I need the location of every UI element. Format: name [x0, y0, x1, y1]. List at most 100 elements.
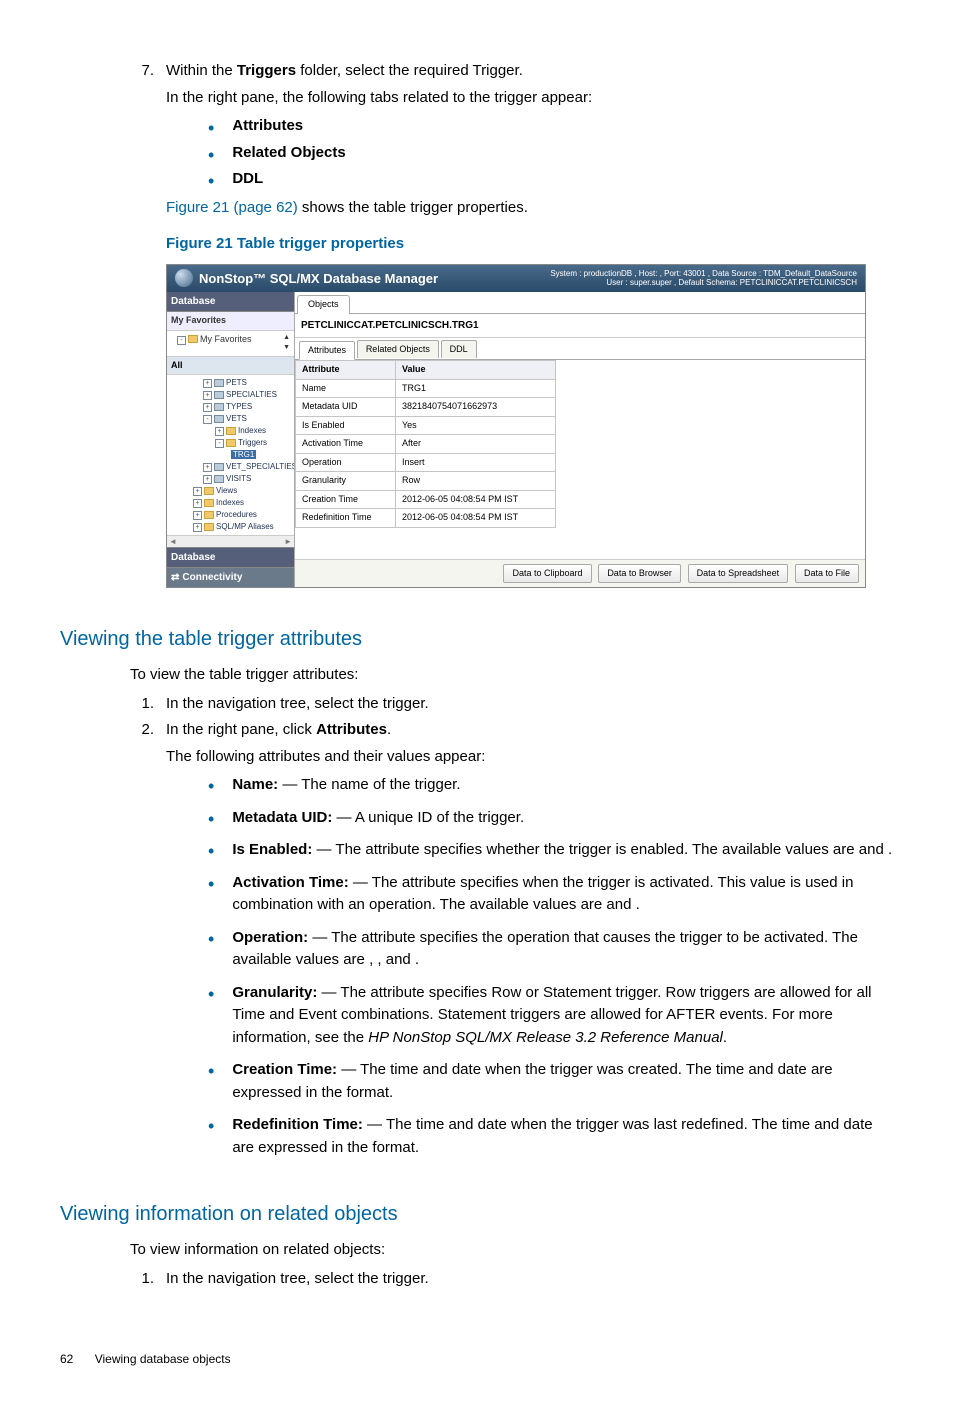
- app-logo-icon: [175, 269, 193, 287]
- table-icon: [214, 379, 224, 387]
- all-header[interactable]: All: [167, 357, 294, 376]
- tree-node-indexes[interactable]: +Indexes: [169, 425, 292, 437]
- figure-caption: Figure 21 Table trigger properties: [166, 233, 894, 256]
- tab-related-objects[interactable]: Related Objects: [357, 340, 439, 359]
- tree-node-indexes2[interactable]: +Indexes: [169, 497, 292, 509]
- bullet-icon: •: [208, 1062, 214, 1104]
- tree-node-specialties[interactable]: +SPECIALTIES: [169, 389, 292, 401]
- expand-icon[interactable]: +: [193, 487, 202, 496]
- folder-icon: [204, 499, 214, 507]
- expand-icon[interactable]: +: [193, 523, 202, 532]
- tab-attributes[interactable]: Attributes: [299, 341, 355, 361]
- attr-key: Name:: [232, 776, 278, 793]
- bullet-icon: •: [208, 119, 214, 137]
- attr-item: •Is Enabled: — The attribute specifies w…: [208, 839, 894, 862]
- step-text: Within the: [166, 62, 237, 79]
- fav-label: My Favorites: [200, 334, 252, 344]
- section-heading-attributes: Viewing the table trigger attributes: [60, 624, 894, 654]
- my-favorites-header[interactable]: My Favorites: [167, 312, 294, 331]
- grid-row[interactable]: NameTRG1: [296, 379, 556, 398]
- app-screenshot: NonStop™ SQL/MX Database Manager System …: [166, 264, 866, 589]
- grid-row[interactable]: GranularityRow: [296, 472, 556, 491]
- step-1: 1. In the navigation tree, select the tr…: [130, 693, 894, 716]
- tree-node-types[interactable]: +TYPES: [169, 401, 292, 413]
- col-attribute[interactable]: Attribute: [296, 361, 396, 380]
- navigation-tree[interactable]: +PETS +SPECIALTIES +TYPES -VETS +Indexes…: [167, 375, 294, 535]
- tree-node-visits[interactable]: +VISITS: [169, 473, 292, 485]
- footer-title: Viewing database objects: [95, 1352, 231, 1366]
- table-icon: [214, 391, 224, 399]
- step-7: 7. Within the Triggers folder, select th…: [130, 60, 894, 594]
- tree-node-pets[interactable]: +PETS: [169, 377, 292, 389]
- col-value[interactable]: Value: [396, 361, 556, 380]
- bullet-icon: •: [208, 842, 214, 862]
- my-favorites-item[interactable]: - My Favorites ▲▼: [167, 331, 294, 357]
- step-number: 7.: [130, 60, 166, 594]
- expand-icon[interactable]: -: [177, 336, 186, 345]
- collapse-icon[interactable]: -: [203, 415, 212, 424]
- chevron-updown-icon[interactable]: ▲▼: [283, 333, 290, 354]
- attr-desc: — The name of the trigger.: [278, 776, 460, 793]
- data-to-clipboard-button[interactable]: Data to Clipboard: [503, 564, 591, 584]
- attr-desc: — The attribute specifies whether the tr…: [312, 841, 892, 858]
- left-panel-header[interactable]: Database: [167, 292, 294, 312]
- expand-icon[interactable]: +: [203, 475, 212, 484]
- expand-icon[interactable]: +: [203, 403, 212, 412]
- app-left-panel: Database My Favorites - My Favorites ▲▼ A…: [167, 292, 295, 587]
- bullet-icon: •: [208, 985, 214, 1050]
- grid-header-row: Attribute Value: [296, 361, 556, 380]
- table-icon: [214, 475, 224, 483]
- tree-node-trg1[interactable]: TRG1: [169, 449, 292, 461]
- grid-row[interactable]: Metadata UID382184075407166297​3: [296, 398, 556, 417]
- page-footer: 62 Viewing database objects: [60, 1350, 894, 1368]
- tree-node-triggers[interactable]: -Triggers: [169, 437, 292, 449]
- tab-objects[interactable]: Objects: [297, 295, 350, 314]
- bullet-icon: •: [208, 777, 214, 797]
- bottom-tab-database[interactable]: Database: [167, 547, 294, 567]
- collapse-icon[interactable]: -: [215, 439, 224, 448]
- grid-row[interactable]: Activation TimeAfter: [296, 435, 556, 454]
- grid-row[interactable]: Redefinition Time2012-06-05 04:08:54 PM …: [296, 509, 556, 528]
- bullet-label: DDL: [232, 168, 263, 191]
- expand-icon[interactable]: +: [203, 463, 212, 472]
- folder-icon: [226, 427, 236, 435]
- data-to-spreadsheet-button[interactable]: Data to Spreadsheet: [688, 564, 789, 584]
- folder-icon: [188, 335, 198, 343]
- expand-icon[interactable]: +: [203, 379, 212, 388]
- tree-node-vets[interactable]: -VETS: [169, 413, 292, 425]
- grid-row[interactable]: Is EnabledYes: [296, 416, 556, 435]
- bullet-item: •Related Objects: [208, 142, 894, 165]
- bottom-tab-connectivity[interactable]: ⇄Connectivity: [167, 567, 294, 587]
- section-intro: To view information on related objects:: [130, 1239, 894, 1262]
- step-number: 2.: [130, 719, 166, 1169]
- bullet-icon: •: [208, 810, 214, 830]
- tab-ddl[interactable]: DDL: [441, 340, 477, 359]
- app-header-status-2: User : super.super , Default Schema: PET…: [550, 278, 857, 288]
- attr-item: •Metadata UID: — A unique ID of the trig…: [208, 807, 894, 830]
- figure-link[interactable]: Figure 21 (page 62): [166, 199, 298, 216]
- table-icon: [214, 463, 224, 471]
- expand-icon[interactable]: +: [215, 427, 224, 436]
- data-to-file-button[interactable]: Data to File: [795, 564, 859, 584]
- grid-row[interactable]: Creation Time2012-06-05 04:08:54 PM IST: [296, 490, 556, 509]
- tree-node-views[interactable]: +Views: [169, 485, 292, 497]
- attr-key: Granularity:: [232, 984, 317, 1001]
- table-icon: [214, 415, 224, 423]
- tree-node-procedures[interactable]: +Procedures: [169, 509, 292, 521]
- section-intro: To view the table trigger attributes:: [130, 664, 894, 687]
- attr-desc: — The attribute specifies the operation …: [232, 929, 858, 969]
- tree-scrollbar[interactable]: ◄►: [167, 535, 294, 547]
- attr-key: Redefinition Time:: [232, 1116, 363, 1133]
- tree-node-sqlmp[interactable]: +SQL/MP Aliases: [169, 521, 292, 533]
- folder-icon: [204, 523, 214, 531]
- attr-item: •Granularity: — The attribute specifies …: [208, 982, 894, 1050]
- expand-icon[interactable]: +: [193, 499, 202, 508]
- expand-icon[interactable]: +: [193, 511, 202, 520]
- app-right-panel: Objects PETCLINICCAT.PETCLINICSCH.TRG1 A…: [295, 292, 865, 587]
- expand-icon[interactable]: +: [203, 391, 212, 400]
- grid-row[interactable]: OperationInsert: [296, 453, 556, 472]
- export-button-row: Data to Clipboard Data to Browser Data t…: [295, 559, 865, 588]
- tab-name: Attributes: [316, 721, 387, 738]
- data-to-browser-button[interactable]: Data to Browser: [598, 564, 681, 584]
- tree-node-vet-specialties[interactable]: +VET_SPECIALTIES: [169, 461, 292, 473]
